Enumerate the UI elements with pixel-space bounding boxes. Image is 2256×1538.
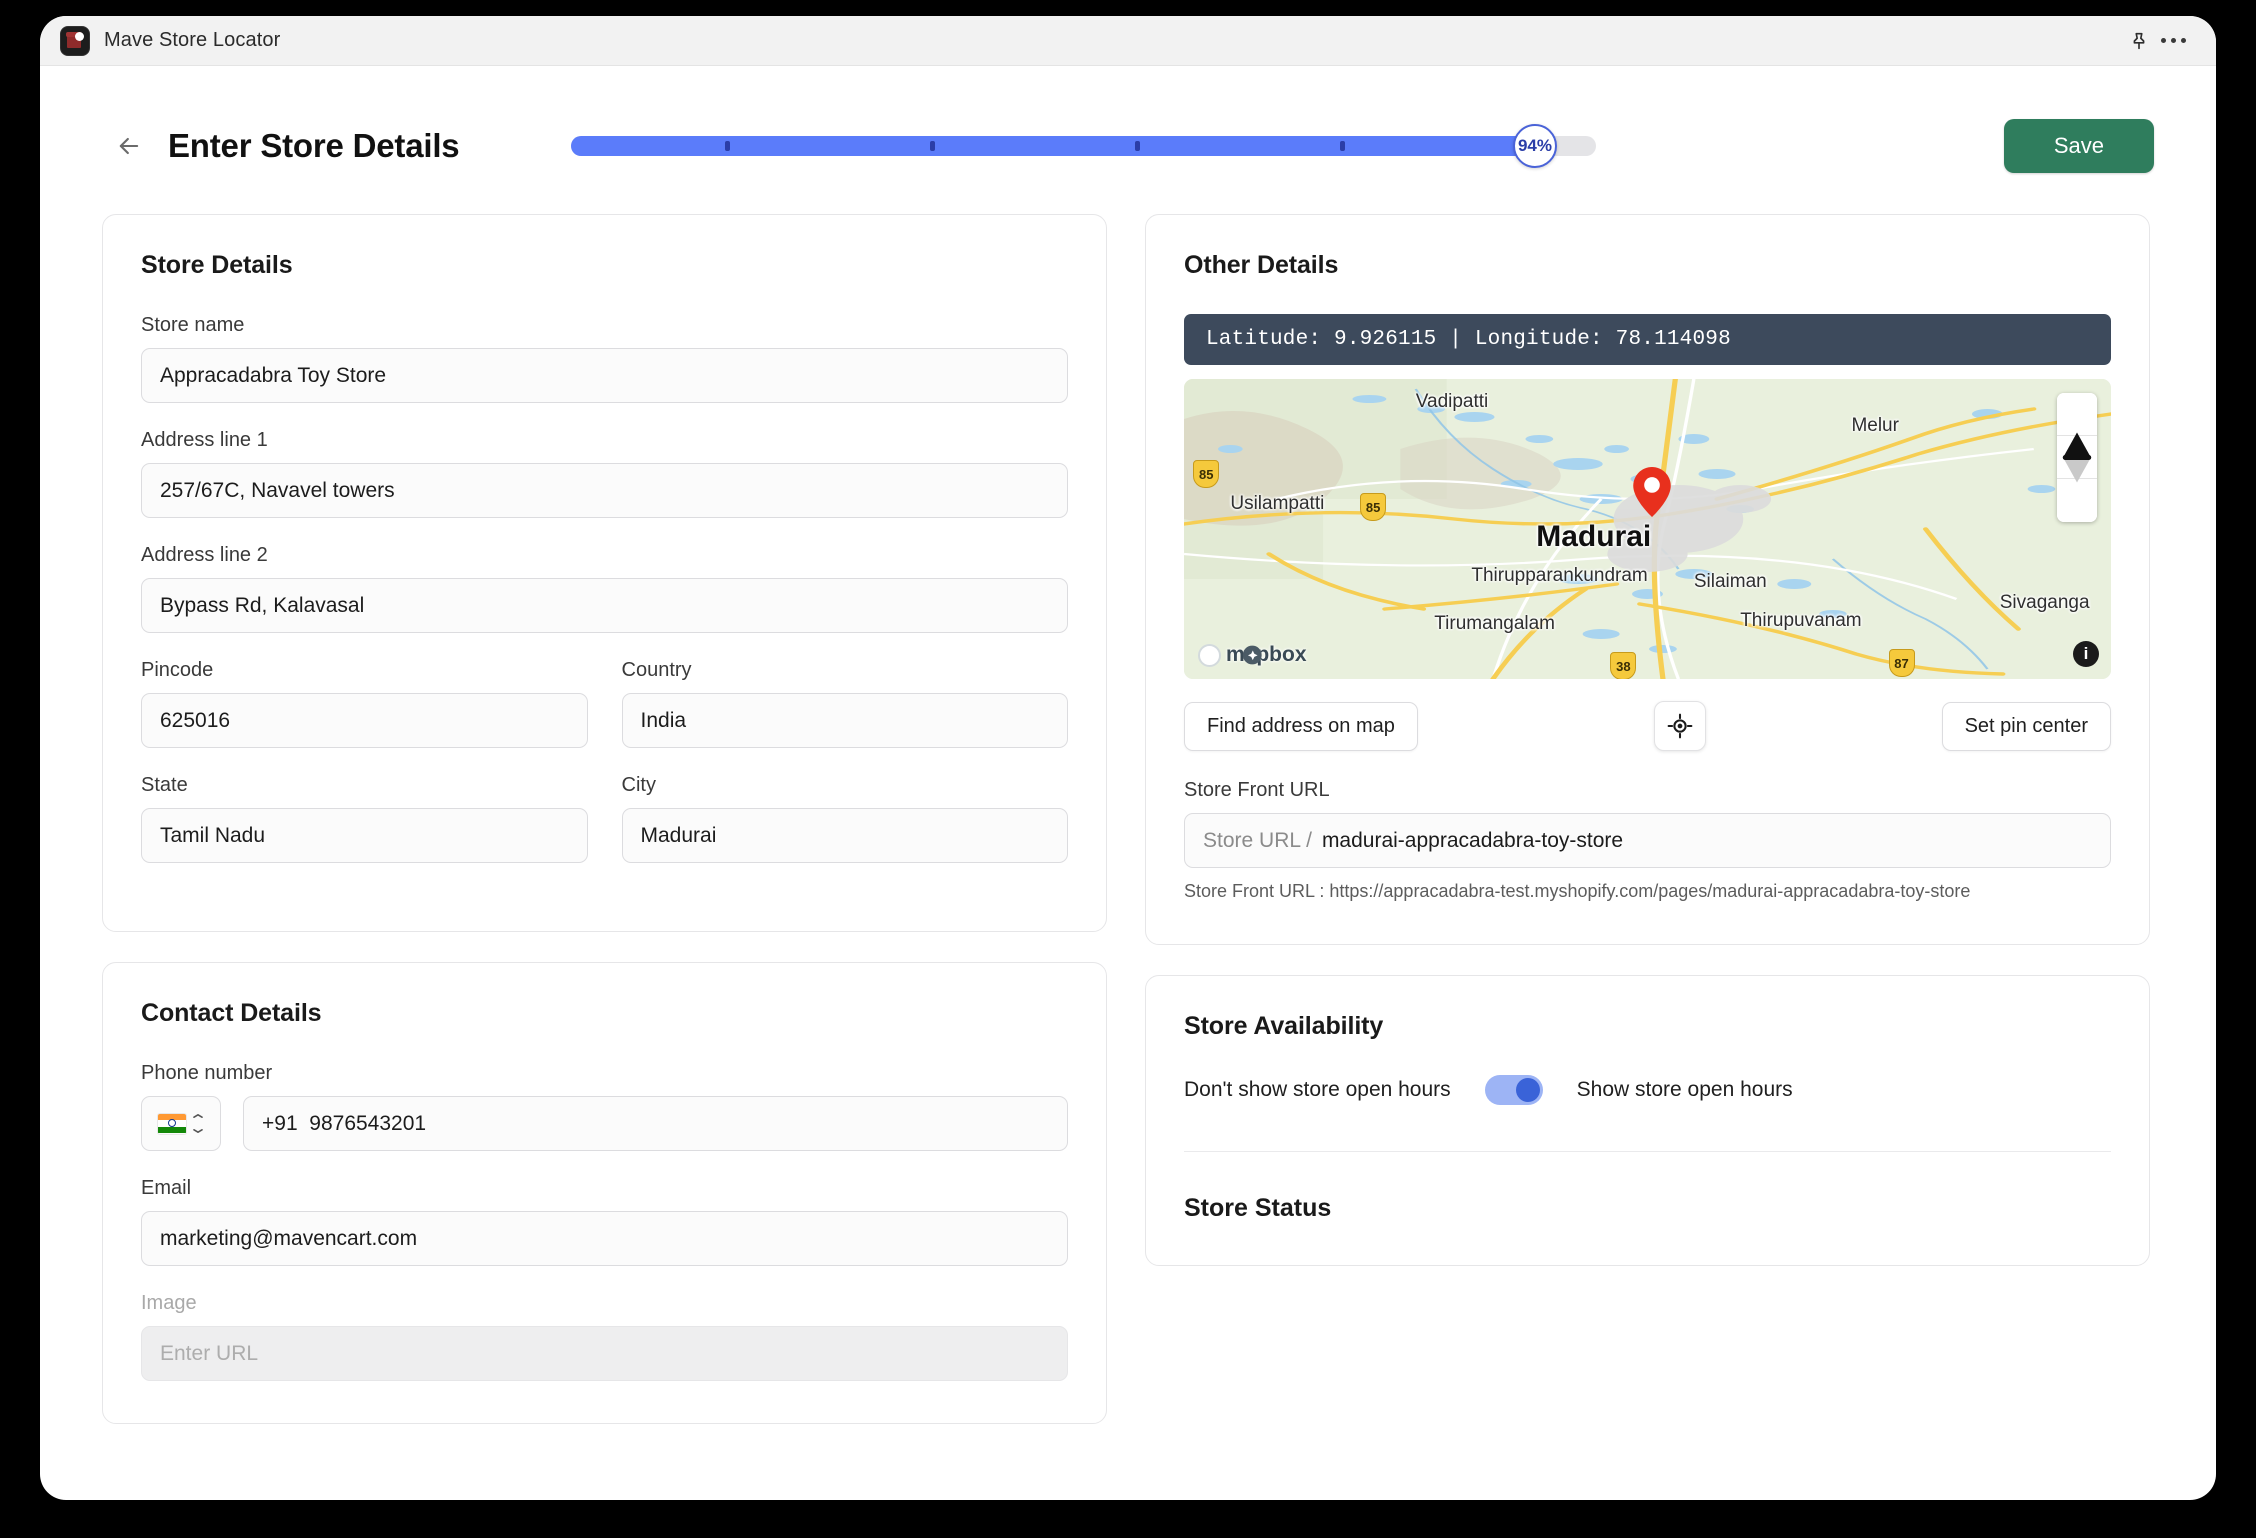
app-title: Mave Store Locator (104, 29, 281, 51)
section-divider (1184, 1151, 2111, 1152)
address-line-1-label: Address line 1 (141, 429, 268, 451)
store-details-title: Store Details (141, 251, 293, 279)
city-field: City (621, 774, 1068, 863)
page-body: Store Details Store name Address line 1 … (40, 184, 2216, 1424)
store-url-slug: madurai-appracadabra-toy-store (1321, 828, 1624, 852)
country-field: Country (621, 659, 1068, 748)
map-highway-shield: 38 (1610, 652, 1637, 679)
store-hours-toggle-row: Don't show store open hours Show store o… (1184, 1075, 2111, 1105)
progress-milestone-dot (725, 141, 731, 151)
email-input[interactable] (141, 1211, 1068, 1266)
screen-root: Mave Store Locator Enter Store Details 9… (0, 0, 2256, 1538)
map-action-row: Find address on map Set pin center (1184, 701, 2111, 751)
address-line-2-label: Address line 2 (141, 544, 268, 566)
map-info-icon[interactable]: i (2073, 641, 2099, 667)
pincode-input[interactable] (141, 693, 588, 748)
store-details-card: Store Details Store name Address line 1 … (102, 214, 1107, 932)
country-input[interactable] (621, 693, 1068, 748)
progress-handle[interactable]: 94% (1512, 124, 1557, 168)
progress-milestone-dot (1135, 141, 1141, 151)
country-code-select[interactable] (141, 1096, 221, 1151)
address-line-2-input[interactable] (141, 578, 1068, 633)
progress-milestone-dot (930, 141, 936, 151)
phone-number-field: Phone number (141, 1062, 1068, 1151)
address-line-2-field: Address line 2 (141, 544, 1068, 633)
address-line-1-field: Address line 1 (141, 429, 1068, 518)
locate-me-button[interactable] (1653, 701, 1706, 751)
map-highway-shield: 85 (1193, 460, 1220, 488)
store-front-url-input[interactable]: Store URL / madurai-appracadabra-toy-sto… (1184, 813, 2111, 868)
store-name-input[interactable] (141, 348, 1068, 403)
set-pin-center-button[interactable]: Set pin center (1941, 701, 2111, 751)
image-url-input[interactable] (141, 1326, 1068, 1381)
pincode-country-row: Pincode Country (141, 659, 1068, 774)
contact-details-card: Contact Details Phone number +91 9876543… (102, 962, 1107, 1424)
back-arrow-icon[interactable] (112, 129, 146, 163)
country-label: Country (621, 659, 692, 681)
hours-off-label: Don't show store open hours (1184, 1078, 1451, 1101)
map-canvas (1184, 379, 2111, 679)
store-name-field: Store name (141, 314, 1068, 403)
pincode-label: Pincode (141, 659, 214, 681)
store-url-prefix: Store URL / (1203, 828, 1312, 852)
map-compass-button[interactable] (2057, 432, 2097, 522)
mapbox-mark-icon (1198, 643, 1262, 667)
state-city-row: State City (141, 774, 1068, 889)
page-title: Enter Store Details (168, 127, 460, 164)
mapbox-attribution-logo[interactable]: mapbox (1198, 643, 1307, 667)
image-field: Image (141, 1292, 1068, 1381)
pincode-field: Pincode (141, 659, 588, 748)
store-name-label: Store name (141, 314, 245, 336)
progress-fill (571, 136, 1535, 156)
map-view[interactable]: Vadipatti Melur Usilampatti Madurai Thiruppa… (1184, 379, 2111, 679)
page-header: Enter Store Details 94% Save (40, 66, 2216, 184)
phone-number-label: Phone number (141, 1062, 273, 1084)
hours-on-label: Show store open hours (1576, 1078, 1793, 1101)
contact-details-title: Contact Details (141, 999, 322, 1027)
state-label: State (141, 774, 188, 796)
store-availability-title: Store Availability (1184, 1012, 1384, 1040)
pushpin-icon[interactable] (2122, 24, 2156, 58)
more-options-icon[interactable] (2156, 24, 2190, 58)
city-label: City (621, 774, 656, 796)
other-details-title: Other Details (1184, 251, 1339, 279)
save-button[interactable]: Save (2003, 119, 2154, 173)
chevron-updown-icon (192, 1114, 204, 1133)
map-zoom-controls (2057, 393, 2097, 522)
map-highway-shield: 85 (1360, 493, 1387, 521)
right-column: Other Details Latitude: 9.926115 | Longi… (1145, 214, 2150, 1424)
store-availability-card: Store Availability Don't show store open… (1145, 975, 2150, 1266)
store-front-url-field: Store Front URL Store URL / madurai-appr… (1184, 779, 2111, 902)
address-line-1-input[interactable] (141, 463, 1068, 518)
state-input[interactable] (141, 808, 588, 863)
store-front-url-label: Store Front URL (1184, 779, 1330, 801)
coordinates-bar: Latitude: 9.926115 | Longitude: 78.11409… (1184, 314, 2111, 365)
left-column: Store Details Store name Address line 1 … (102, 214, 1107, 1424)
window-title-bar: Mave Store Locator (40, 16, 2216, 66)
phone-number-input[interactable] (243, 1096, 1068, 1151)
phone-row (141, 1096, 1068, 1151)
app-logo-icon (60, 25, 90, 56)
store-front-url-hint: Store Front URL : https://appracadabra-t… (1184, 881, 1971, 901)
email-label: Email (141, 1177, 192, 1199)
other-details-card: Other Details Latitude: 9.926115 | Longi… (1145, 214, 2150, 945)
city-input[interactable] (621, 808, 1068, 863)
progress-bar[interactable]: 94% (571, 124, 1597, 168)
store-status-title: Store Status (1184, 1194, 1332, 1222)
map-highway-shield: 87 (1888, 649, 1915, 677)
app-window: Mave Store Locator Enter Store Details 9… (40, 16, 2216, 1500)
map-location-pin[interactable] (1633, 467, 1671, 517)
find-address-on-map-button[interactable]: Find address on map (1184, 701, 1418, 751)
india-flag-icon (158, 1113, 186, 1134)
store-hours-toggle[interactable] (1484, 1075, 1543, 1105)
state-field: State (141, 774, 588, 863)
image-label: Image (141, 1292, 197, 1314)
email-field: Email (141, 1177, 1068, 1266)
progress-milestone-dot (1340, 141, 1346, 151)
